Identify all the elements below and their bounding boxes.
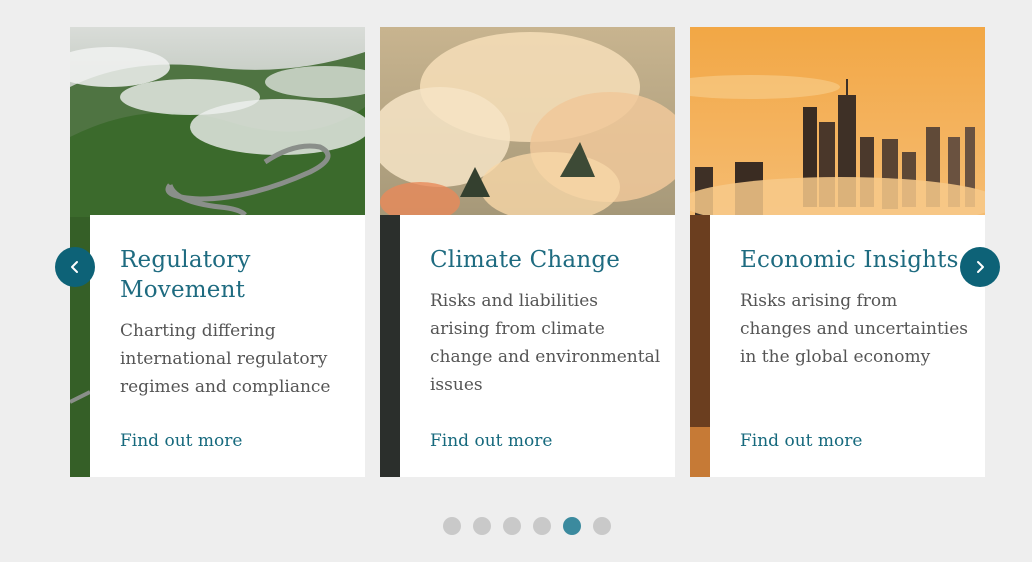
carousel: Regulatory Movement Charting differing i…: [0, 0, 1032, 562]
find-out-more-link[interactable]: Find out more: [120, 429, 242, 453]
chevron-right-icon: [973, 260, 987, 274]
card-climate-change[interactable]: Climate Change Risks and liabilities ari…: [380, 27, 675, 477]
pagination-dot[interactable]: [563, 517, 581, 535]
pagination-dot[interactable]: [443, 517, 461, 535]
next-button[interactable]: [960, 247, 1000, 287]
previous-button[interactable]: [55, 247, 95, 287]
pagination-dot[interactable]: [503, 517, 521, 535]
pagination-dot[interactable]: [533, 517, 551, 535]
chevron-left-icon: [68, 260, 82, 274]
pagination-dot[interactable]: [473, 517, 491, 535]
pagination-dot[interactable]: [593, 517, 611, 535]
card-content-panel: Economic Insights Risks arising from cha…: [710, 215, 985, 477]
card-description: Risks and liabilities arising from clima…: [430, 291, 661, 395]
card-content-panel: Regulatory Movement Charting differing i…: [90, 215, 365, 477]
find-out-more-link[interactable]: Find out more: [430, 429, 552, 453]
card-title: Economic Insights: [740, 247, 959, 273]
card-description: Charting differing international regulat…: [120, 321, 331, 397]
card-regulatory-movement[interactable]: Regulatory Movement Charting differing i…: [70, 27, 365, 477]
find-out-more-link[interactable]: Find out more: [740, 429, 862, 453]
card-content-panel: Climate Change Risks and liabilities ari…: [400, 215, 675, 477]
card-description: Risks arising from changes and uncertain…: [740, 291, 969, 367]
card-economic-insights[interactable]: Economic Insights Risks arising from cha…: [690, 27, 985, 477]
pagination-dots: [443, 517, 623, 535]
card-title: Climate Change: [430, 247, 621, 273]
card-title: Regulatory Movement: [120, 247, 251, 303]
